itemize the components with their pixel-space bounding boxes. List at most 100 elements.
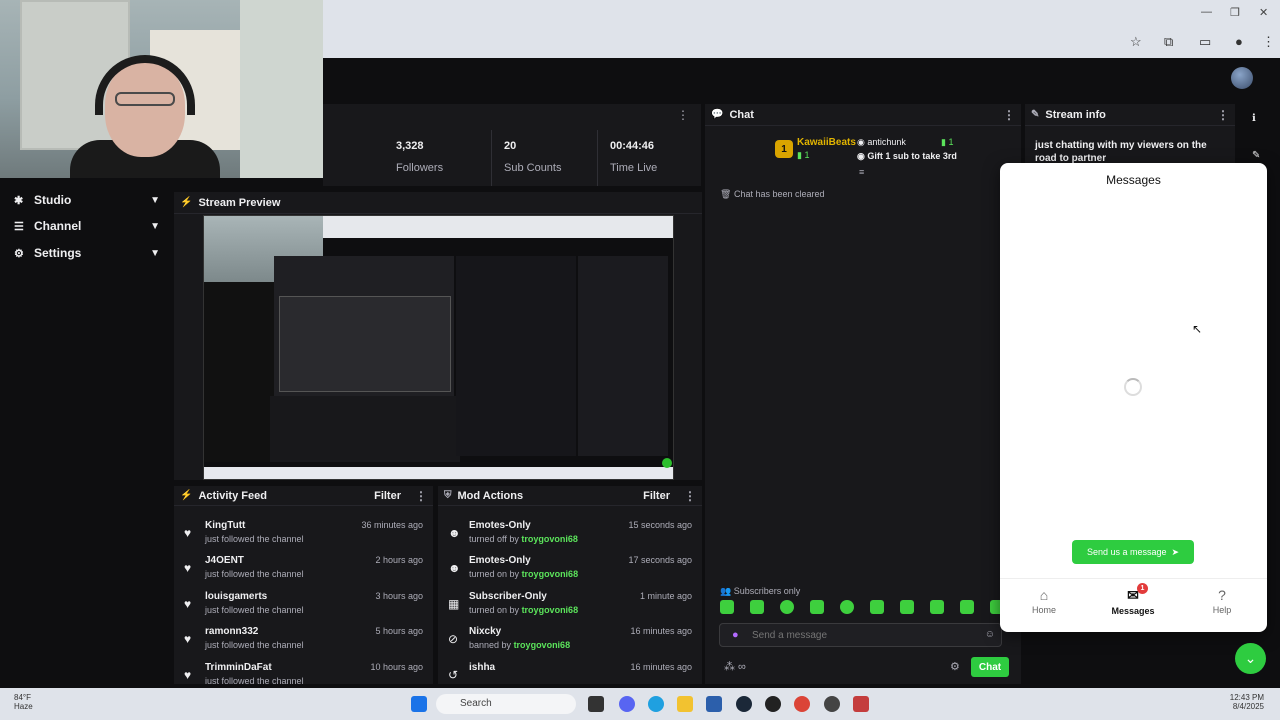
filter-button[interactable]: Filter [643,490,670,502]
kebab-menu-icon[interactable]: ⋮ [677,108,689,122]
emote-icon[interactable] [870,600,884,614]
sidebar-item-settings[interactable]: ⚙ Settings ▼ [14,243,160,263]
chat-input[interactable] [752,627,982,643]
clock-time: 12:43 PM [1229,693,1264,702]
bookmark-star-icon[interactable]: ☆ [1130,34,1142,50]
panel-header: ⛨ Mod Actions Filter ⋮ [438,486,702,506]
taskbar-clock[interactable]: 12:43 PM 8/4/2025 [1230,693,1264,711]
stream-preview-video[interactable] [203,215,674,480]
taskview-icon[interactable] [588,696,604,712]
feed-time: 36 minutes ago [361,520,423,530]
feed-name[interactable]: ramonn332 [205,626,258,637]
avatar[interactable] [1231,67,1253,89]
extensions-icon[interactable]: ⧉ [1164,34,1173,50]
kebab-menu-icon[interactable]: ⋮ [415,489,427,503]
emote-icon[interactable] [810,600,824,614]
preview-nested-preview [279,296,451,392]
chevron-down-icon: ▼ [150,194,160,206]
edge-icon[interactable] [648,696,664,712]
minimize-icon[interactable]: — [1201,6,1212,18]
channel-points-icon[interactable]: ⁂ ∞ [724,660,746,673]
filter-button[interactable]: Filter [374,490,401,502]
list-item: ♥ KingTutt just followed the channel 36 … [174,520,433,556]
time-live-stat: 00:44:46 Time Live [610,140,657,174]
mod-action-by[interactable]: troygovoni68 [522,605,579,615]
maximize-icon[interactable]: ❐ [1230,6,1240,19]
mod-action-name: Subscriber-Only [469,591,547,602]
nav-messages[interactable]: ✉ 1 Messages [1103,583,1163,616]
pinned-user2-count-value: 1 [948,137,954,147]
feed-sub: just followed the channel [205,676,304,684]
pinned-user2-name[interactable]: antichunk [867,137,906,147]
nav-home[interactable]: ⌂ Home [1014,587,1074,615]
kebab-menu-icon[interactable]: ⋮ [684,489,696,503]
mod-action-name: ishha [469,662,496,673]
emote-icon[interactable] [720,600,734,614]
emoji-icon[interactable]: ☺ [985,629,995,640]
weather-widget[interactable]: 84°F Haze [14,693,33,711]
close-icon[interactable]: ✕ [1259,6,1268,19]
chevron-down-icon: ▼ [150,220,160,232]
mod-action-verb: banned by [469,640,512,650]
kebab-menu-icon[interactable]: ⋮ [1217,108,1229,122]
discord-icon[interactable] [619,696,635,712]
feed-name[interactable]: louisgamerts [205,591,267,602]
info-icon[interactable]: ℹ [1252,113,1256,124]
collapse-icon[interactable]: ≡ [859,167,864,177]
store-icon[interactable] [706,696,722,712]
chat-send-button[interactable]: Chat [971,657,1009,677]
sidebar-item-label: Channel [34,219,82,233]
sidebar-item-channel[interactable]: ☰ Channel ▼ [14,216,160,236]
app-icon[interactable] [824,696,840,712]
feed-time: 5 hours ago [375,626,423,636]
pencil-icon[interactable]: ✎ [1252,150,1260,161]
sub-count: 20 [504,140,517,152]
mod-action-sub: turned on by troygovoni68 [469,605,578,615]
send-us-message-button[interactable]: Send us a message ➤ [1072,540,1194,564]
mod-action-by[interactable]: troygovoni68 [522,569,579,579]
close-chat-widget-button[interactable]: ⌄ [1235,643,1266,674]
panel-title: Chat [729,108,754,121]
microphone-icon[interactable]: ● [732,629,739,641]
followers-stat: 3,328 Followers [396,140,443,174]
kebab-menu-icon[interactable]: ⋮ [1003,108,1015,122]
feed-time: 16 minutes ago [630,662,692,672]
feed-time: 2 hours ago [375,555,423,565]
mouse-cursor-icon: ↖ [1192,322,1203,336]
feed-name[interactable]: J4OENT [205,555,244,566]
divider [491,130,492,186]
chrome-icon[interactable] [794,696,810,712]
address-bar[interactable] [323,30,1123,54]
profile-icon[interactable]: ● [1235,34,1243,49]
kebab-menu-icon[interactable]: ⋮ [1262,34,1275,50]
chat-cleared-notice: 🗑 Chat has been cleared [720,189,825,199]
emote-icon[interactable] [900,600,914,614]
mod-action-by[interactable]: troygovoni68 [514,640,571,650]
sidebar-item-studio[interactable]: ✱ Studio ▼ [14,190,160,210]
time-live-value: 00:44:46 [610,140,655,152]
ban-icon: ⊘ [448,632,459,646]
mod-action-sub: banned by troygovoni68 [469,640,570,650]
heart-icon: ♥ [184,526,192,540]
emote-icon[interactable] [960,600,974,614]
sidepanel-icon[interactable]: ▭ [1199,34,1211,50]
unread-badge: 1 [1137,583,1148,594]
emote-icon[interactable] [930,600,944,614]
taskbar-search[interactable]: Search [436,694,576,714]
windows-start-icon[interactable] [411,696,427,712]
emote-icon: ☻ [448,526,461,540]
emote-icon[interactable] [780,600,794,614]
app-icon[interactable] [853,696,869,712]
steam-icon[interactable] [736,696,752,712]
mod-actions-panel: ⛨ Mod Actions Filter ⋮ ☻ Emotes-Only tur… [438,486,702,684]
feed-name[interactable]: KingTutt [205,520,245,531]
mod-action-by[interactable]: troygovoni68 [521,534,578,544]
emote-icon[interactable] [840,600,854,614]
file-explorer-icon[interactable] [677,696,693,712]
nav-help[interactable]: ? Help [1192,587,1252,615]
obs-icon[interactable] [765,696,781,712]
gear-icon[interactable]: ⚙ [950,660,960,673]
feed-name[interactable]: TrimminDaFat [205,662,272,673]
emote-icon[interactable] [750,600,764,614]
pinned-user-name[interactable]: KawaiiBeats [797,137,856,148]
